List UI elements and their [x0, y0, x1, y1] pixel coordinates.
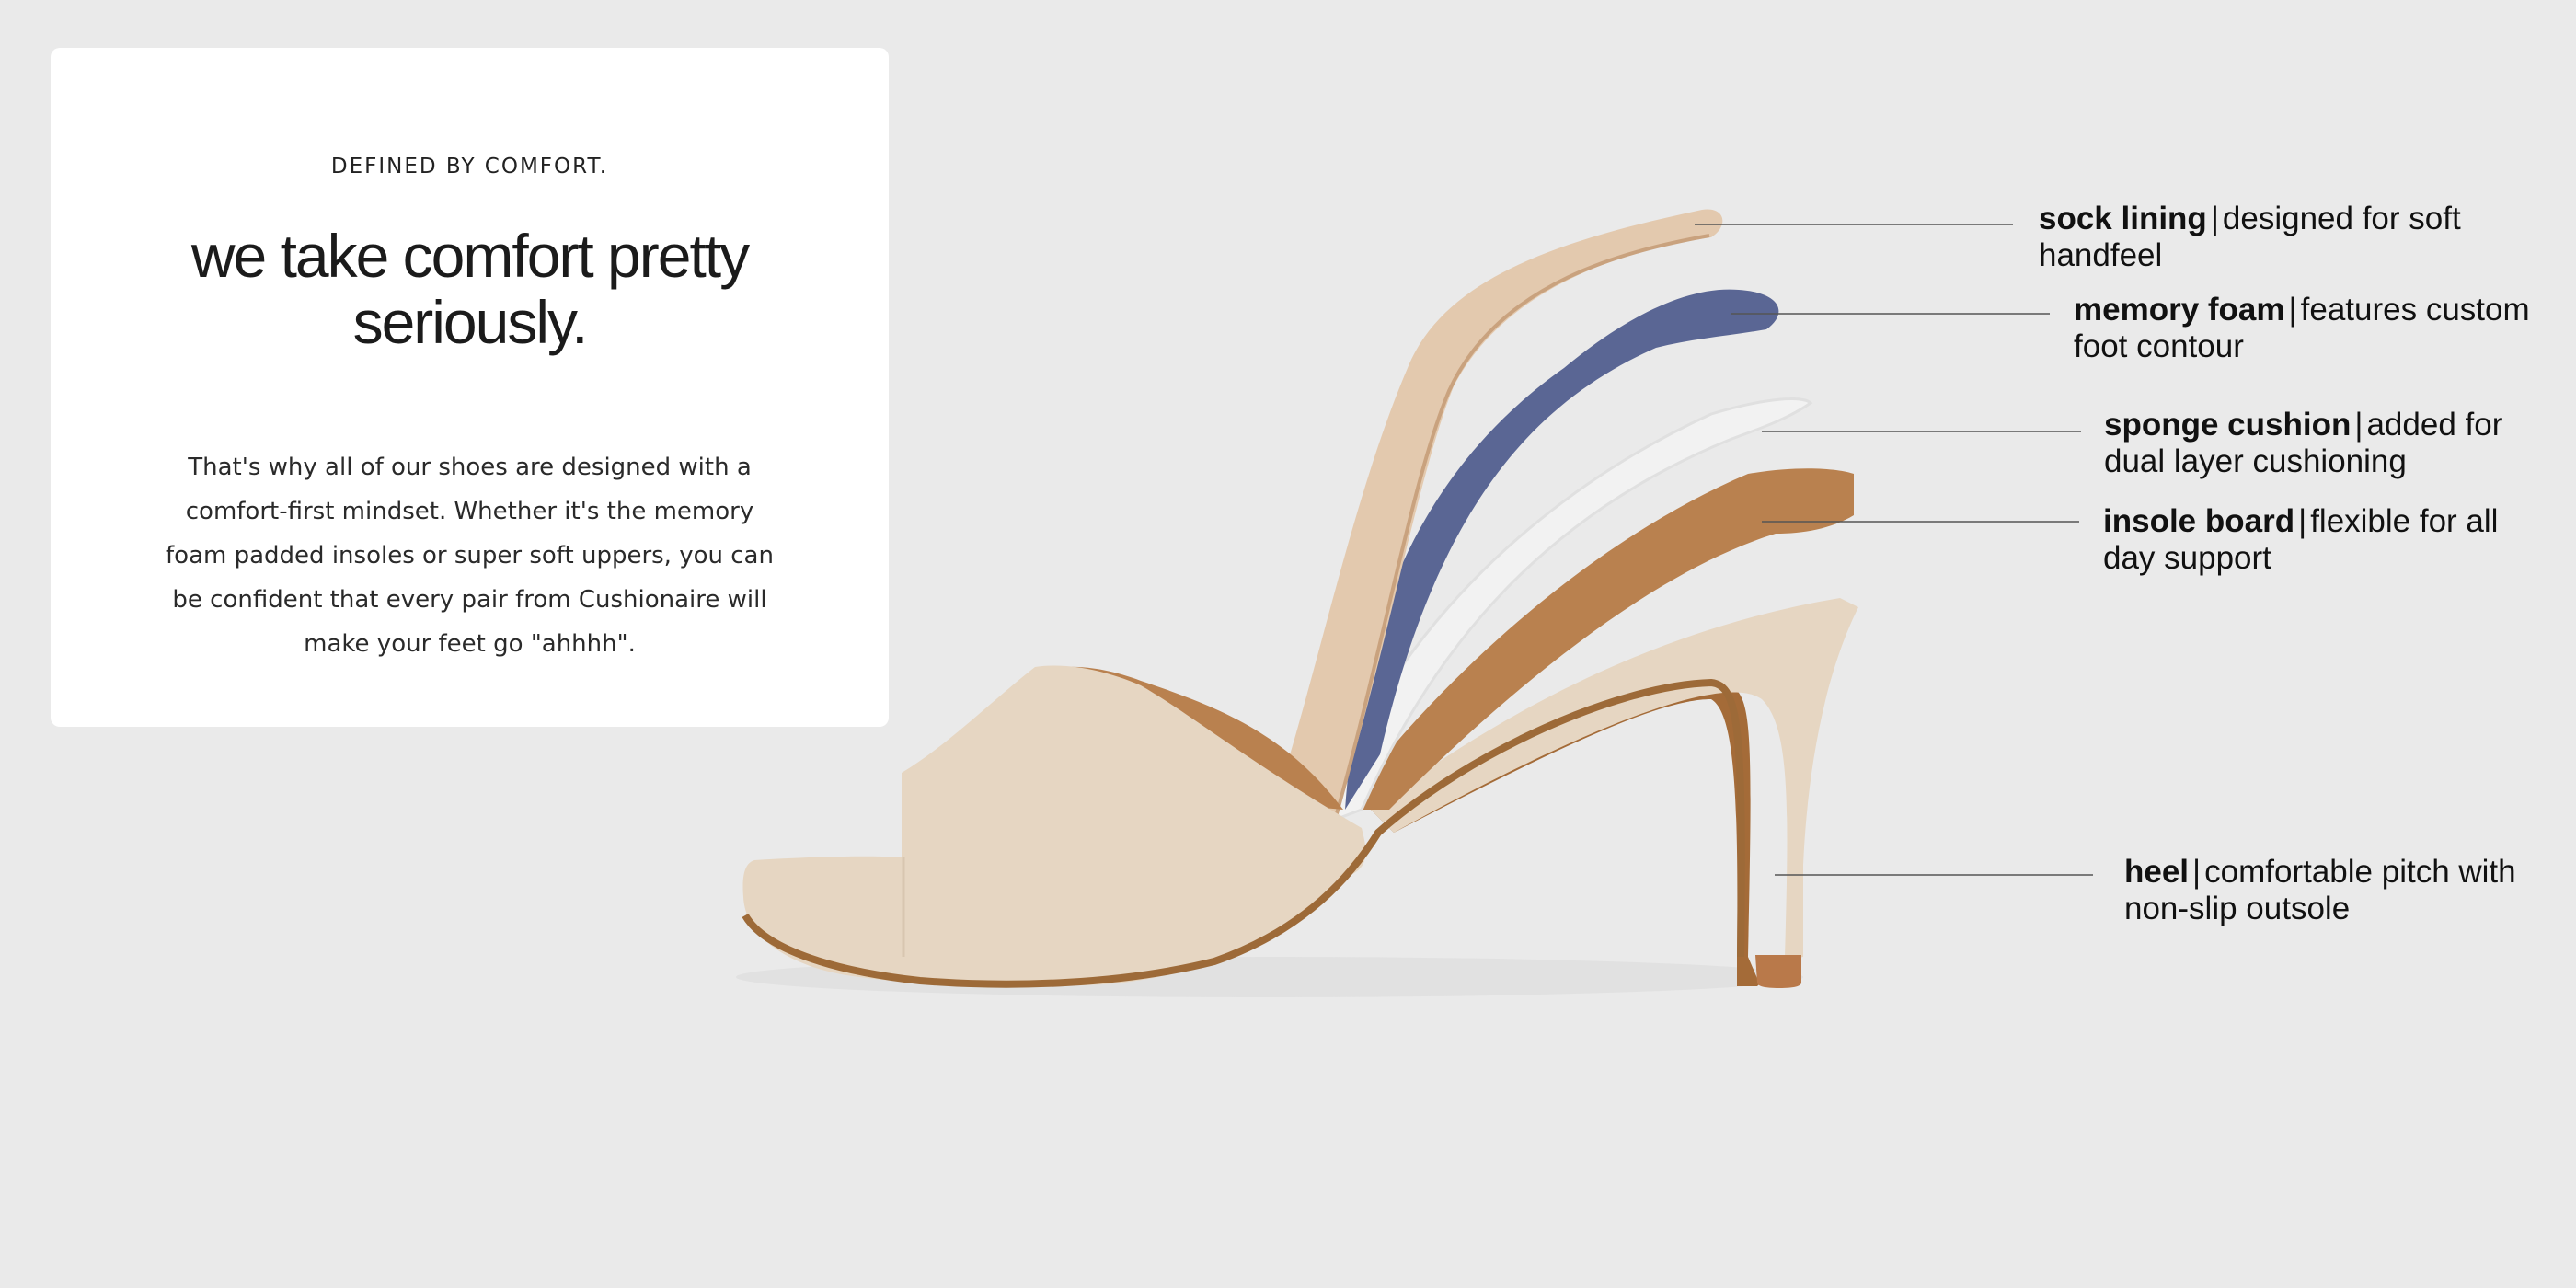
label-heel: heel | comfortable pitch with non-slip out… [2124, 854, 2529, 927]
label-sock-lining-name: sock lining [2039, 201, 2207, 236]
label-heel-name: heel [2124, 854, 2190, 890]
label-memory-foam-name: memory foam [2074, 292, 2285, 328]
label-separator: | [2210, 201, 2219, 236]
label-sponge-cushion: sponge cushion | added for dual layer cush… [2104, 407, 2546, 480]
label-insole-board: insole board | flexible for all day suppor… [2103, 503, 2536, 577]
heel-tip [1755, 955, 1801, 988]
label-separator: | [2298, 503, 2307, 539]
label-separator: | [2288, 292, 2297, 328]
label-insole-board-name: insole board [2103, 503, 2295, 539]
label-sponge-cushion-name: sponge cushion [2104, 407, 2352, 443]
label-memory-foam: memory foam | features custom foot contour [2074, 292, 2552, 365]
label-separator: | [2354, 407, 2363, 443]
label-separator: | [2192, 854, 2202, 890]
label-sock-lining: sock lining | designed for soft handfeel [2039, 201, 2517, 274]
shoe-exploded-diagram [736, 209, 2093, 997]
